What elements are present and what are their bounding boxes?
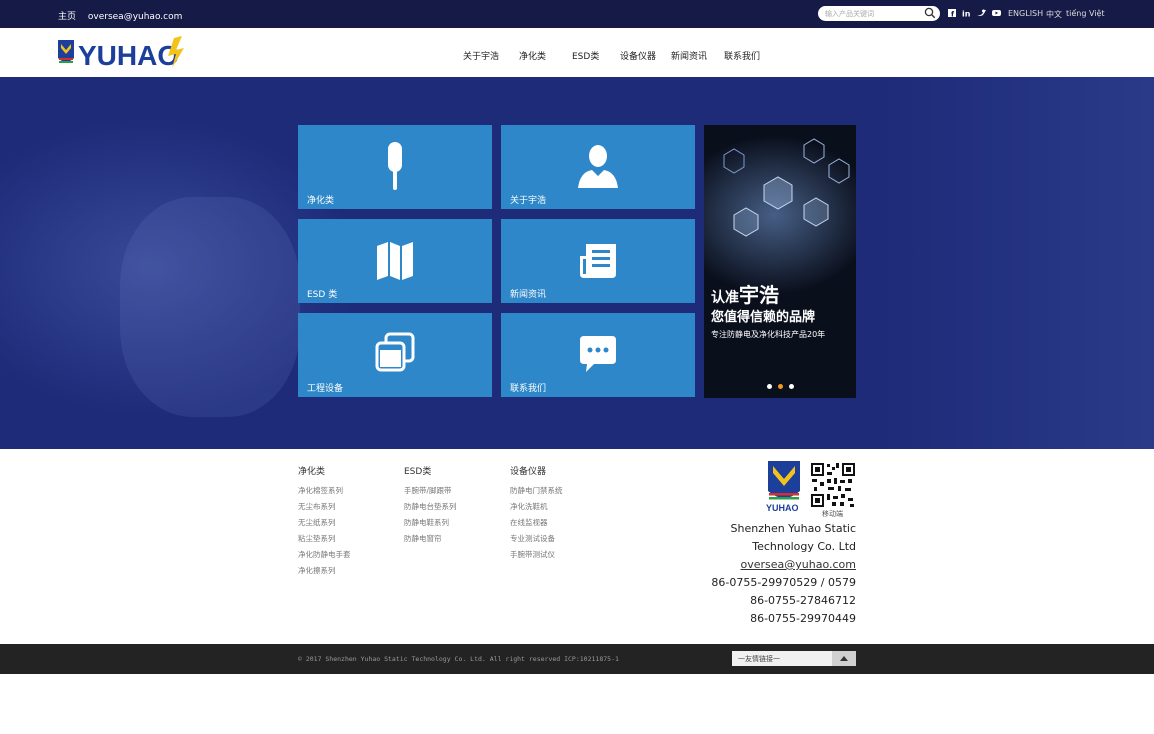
swab-icon xyxy=(388,142,402,190)
search-icon[interactable] xyxy=(924,7,936,19)
footer-link[interactable]: 在线监视器 xyxy=(510,517,563,533)
footer-link[interactable]: 防静电台垫系列 xyxy=(404,501,457,517)
nav-contact[interactable]: 联系我们 xyxy=(724,49,760,62)
banner-subheadline: 您值得信赖的品牌 xyxy=(711,310,816,325)
twitter-icon[interactable] xyxy=(977,9,986,17)
yuhao-logo[interactable]: YUHAO xyxy=(56,36,190,72)
footer-col-purification: 净化类 净化棉签系列 无尘布系列 无尘纸系列 粘尘垫系列 净化防静电手套 净化擦… xyxy=(298,464,351,581)
phone-2: 86-0755-27846712 xyxy=(750,594,856,607)
tile-about[interactable]: 关于宇浩 xyxy=(501,125,695,209)
footer-logo-text: YUHAO xyxy=(766,503,799,513)
promo-banner[interactable]: 认准宇浩 您值得信赖的品牌 专注防静电及净化科技产品20年 xyxy=(704,125,856,398)
friend-links-select[interactable]: 一友情链接一 xyxy=(732,651,856,666)
tile-label: ESD 类 xyxy=(307,290,338,300)
footer-link[interactable]: 防静电门禁系统 xyxy=(510,485,563,501)
footer-col-title[interactable]: 设备仪器 xyxy=(510,464,563,477)
tile-label: 联系我们 xyxy=(510,384,547,394)
footer-link[interactable]: 净化防静电手套 xyxy=(298,549,351,565)
footer-link[interactable]: 手腕带/脚跟带 xyxy=(404,485,457,501)
slider-dot-3[interactable] xyxy=(789,384,794,389)
map-icon xyxy=(377,242,413,280)
footer-link[interactable]: 防静电窗帘 xyxy=(404,533,457,549)
friend-links-dropdown-button[interactable] xyxy=(832,651,856,666)
youtube-icon[interactable] xyxy=(992,9,1001,17)
linkedin-icon[interactable]: in xyxy=(962,9,971,18)
tile-news[interactable]: 新闻资讯 xyxy=(501,219,695,303)
tile-contact[interactable]: 联系我们 xyxy=(501,313,695,397)
footer-link[interactable]: 净化棉签系列 xyxy=(298,485,351,501)
person-icon xyxy=(578,145,618,188)
phone-1: 86-0755-29970529 / 0579 xyxy=(711,576,856,589)
footer-link[interactable]: 无尘纸系列 xyxy=(298,517,351,533)
tile-label: 工程设备 xyxy=(307,384,344,394)
logo-text: YUHAO xyxy=(78,40,179,71)
lang-vietnamese[interactable]: tiếng Việt xyxy=(1066,9,1105,18)
newspaper-icon xyxy=(580,244,616,278)
home-link[interactable]: 主页 xyxy=(58,12,76,22)
footer-link[interactable]: 无尘布系列 xyxy=(298,501,351,517)
footer-col-esd: ESD类 手腕带/脚跟带 防静电台垫系列 防静电鞋系列 防静电窗帘 xyxy=(404,464,457,549)
copyright-text: © 2017 Shenzhen Yuhao Static Technology … xyxy=(298,655,619,663)
footer-link[interactable]: 防静电鞋系列 xyxy=(404,517,457,533)
banner-hexagons xyxy=(723,138,850,237)
footer-col-title[interactable]: 净化类 xyxy=(298,464,351,477)
top-bar: 主页 oversea@yuhao.com 输入产品关键词 f in ENGLIS… xyxy=(0,0,1154,28)
tile-esd[interactable]: ESD 类 xyxy=(298,219,492,303)
tile-equipment[interactable]: 工程设备 xyxy=(298,313,492,397)
nav-about[interactable]: 关于宇浩 xyxy=(463,49,499,62)
banner-tagline: 专注防静电及净化科技产品20年 xyxy=(711,330,826,339)
nav-purification[interactable]: 净化类 xyxy=(519,49,546,62)
hero-background-lab xyxy=(880,77,1154,449)
company-name-line1: Shenzhen Yuhao Static xyxy=(730,522,857,535)
bottom-bar: © 2017 Shenzhen Yuhao Static Technology … xyxy=(0,644,1154,674)
company-name-line2: Technology Co. Ltd xyxy=(752,540,856,553)
nav-esd[interactable]: ESD类 xyxy=(572,49,599,62)
friend-links-value: 一友情链接一 xyxy=(738,655,780,663)
lang-chinese[interactable]: 中文 xyxy=(1046,9,1062,20)
svg-text:in: in xyxy=(962,10,971,18)
slider-dot-2[interactable] xyxy=(778,384,783,389)
tile-purification[interactable]: 净化类 xyxy=(298,125,492,209)
footer-col-equipment: 设备仪器 防静电门禁系统 净化洗鞋机 在线监视器 专业测试设备 手腕带测试仪 xyxy=(510,464,563,565)
windows-icon xyxy=(375,332,415,372)
top-links: 主页 oversea@yuhao.com xyxy=(58,9,191,22)
footer-link[interactable]: 专业测试设备 xyxy=(510,533,563,549)
nav-equipment[interactable]: 设备仪器 xyxy=(620,49,656,62)
lang-english[interactable]: ENGLISH xyxy=(1008,9,1043,18)
contact-info: Shenzhen Yuhao Static Technology Co. Ltd… xyxy=(711,520,856,628)
footer-link[interactable]: 净化洗鞋机 xyxy=(510,501,563,517)
tile-label: 净化类 xyxy=(307,196,335,206)
top-email-link[interactable]: oversea@yuhao.com xyxy=(88,12,183,22)
footer-link[interactable]: 净化擦系列 xyxy=(298,565,351,581)
tile-label: 关于宇浩 xyxy=(510,196,547,206)
footer-col-title[interactable]: ESD类 xyxy=(404,464,457,477)
phone-3: 86-0755-29970449 xyxy=(750,612,856,625)
footer-logo: YUHAO xyxy=(766,461,800,513)
chat-icon xyxy=(580,336,616,372)
triangle-up-icon xyxy=(840,656,848,661)
search-input[interactable]: 输入产品关键词 xyxy=(825,9,874,19)
footer-link[interactable]: 粘尘垫系列 xyxy=(298,533,351,549)
search-box[interactable]: 输入产品关键词 xyxy=(818,6,940,21)
contact-email-link[interactable]: oversea@yuhao.com xyxy=(711,556,857,574)
footer-link[interactable]: 手腕带测试仪 xyxy=(510,549,563,565)
hero-background-shape xyxy=(120,197,300,417)
qr-code-icon xyxy=(810,462,856,508)
banner-headline: 认准宇浩 xyxy=(711,283,779,307)
tile-label: 新闻资讯 xyxy=(510,290,547,300)
nav-news[interactable]: 新闻资讯 xyxy=(671,49,707,62)
qr-caption: 移动端 xyxy=(822,510,843,518)
slider-dot-1[interactable] xyxy=(767,384,772,389)
facebook-icon[interactable]: f xyxy=(948,9,956,17)
